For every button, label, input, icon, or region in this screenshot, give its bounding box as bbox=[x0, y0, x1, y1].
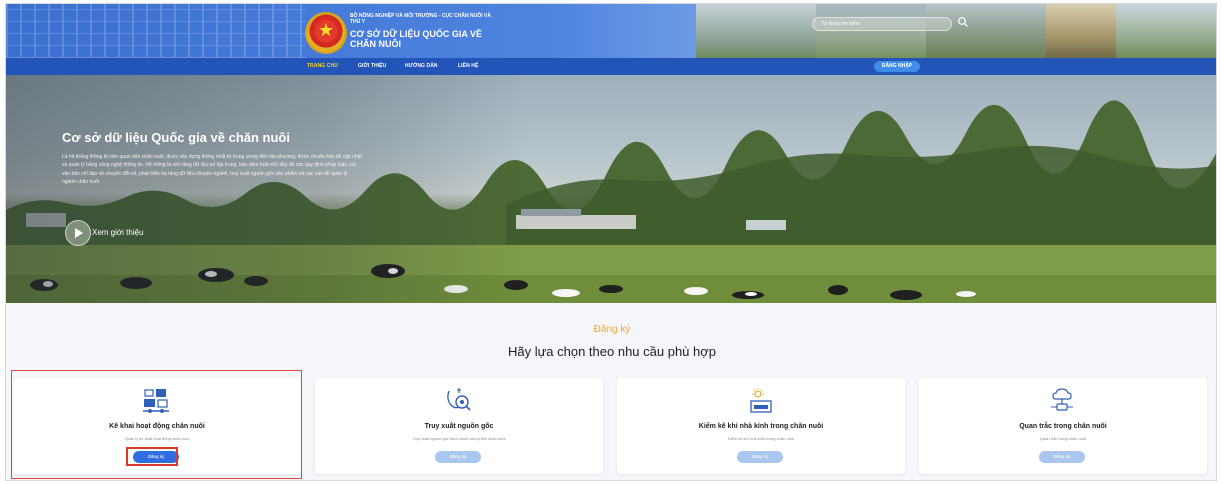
nav-item-home[interactable]: TRANG CHỦ bbox=[307, 63, 338, 69]
register-monitoring-button[interactable]: Đăng ký bbox=[1039, 451, 1085, 463]
greenhouse-gas-icon bbox=[750, 388, 772, 413]
card-title: Kiểm kê khí nhà kính trong chăn nuôi bbox=[698, 423, 824, 430]
main-nav: TRANG CHỦ GIỚI THIỆU HƯỚNG DẪN LIÊN HỆ Đ… bbox=[6, 58, 1216, 75]
monitoring-cloud-icon bbox=[1051, 388, 1073, 411]
header-decoration bbox=[6, 4, 306, 58]
search-input[interactable]: Từ khóa tìm kiếm bbox=[812, 17, 952, 31]
highlight-box-button bbox=[126, 447, 178, 466]
ministry-name: BỘ NÔNG NGHIỆP VÀ MÔI TRƯỜNG - CỤC CHĂN … bbox=[350, 13, 491, 25]
traceability-icon bbox=[447, 388, 471, 411]
emblem-star-icon: ★ bbox=[317, 20, 335, 40]
login-button[interactable]: ĐĂNG NHẬP bbox=[874, 61, 920, 72]
nav-item-guide[interactable]: HƯỚNG DẪN bbox=[405, 63, 438, 69]
card-monitoring[interactable]: Quan trắc trong chăn nuôi Quan trắc tron… bbox=[919, 378, 1207, 474]
register-section-title: Đăng ký bbox=[593, 324, 631, 335]
card-description: Kiểm kê khí nhà kính trong chăn nuôi bbox=[727, 436, 795, 441]
play-icon bbox=[75, 228, 83, 238]
card-greenhouse-gas[interactable]: Kiểm kê khí nhà kính trong chăn nuôi Kiể… bbox=[617, 378, 905, 474]
search-icon[interactable] bbox=[957, 16, 969, 28]
card-title: Truy xuất nguồn gốc bbox=[424, 423, 494, 430]
page-frame: ★ BỘ NÔNG NGHIỆP VÀ MÔI TRƯỜNG - CỤC CHĂ… bbox=[5, 3, 1217, 481]
hero-text-overlay bbox=[6, 75, 526, 303]
register-greenhouse-gas-button[interactable]: Đăng ký bbox=[737, 451, 783, 463]
hero-description: Là hệ thống thông tin liên quan đến chăn… bbox=[62, 154, 362, 186]
card-description: Truy xuất nguồn gốc theo chuỗi sản phẩm … bbox=[412, 436, 506, 441]
card-traceability[interactable]: Truy xuất nguồn gốc Truy xuất nguồn gốc … bbox=[315, 378, 603, 474]
register-section-subtitle: Hãy lựa chọn theo nhu cầu phù hợp bbox=[507, 344, 717, 359]
register-traceability-button[interactable]: Đăng ký bbox=[435, 451, 481, 463]
site-title[interactable]: CƠ SỞ DỮ LIỆU QUỐC GIA VỀ CHĂN NUÔI bbox=[350, 29, 500, 49]
nav-item-about[interactable]: GIỚI THIỆU bbox=[358, 63, 386, 69]
site-header: ★ BỘ NÔNG NGHIỆP VÀ MÔI TRƯỜNG - CỤC CHĂ… bbox=[6, 4, 1216, 58]
card-title: Quan trắc trong chăn nuôi bbox=[1019, 423, 1107, 430]
card-description: Quan trắc trong chăn nuôi bbox=[1039, 436, 1087, 441]
header-photo-strip bbox=[696, 4, 1216, 58]
hero-banner: Cơ sở dữ liệu Quốc gia về chăn nuôi Là h… bbox=[6, 75, 1216, 303]
hero-title: Cơ sở dữ liệu Quốc gia về chăn nuôi bbox=[62, 130, 290, 145]
watch-intro-link[interactable]: Xem giới thiệu bbox=[92, 228, 144, 237]
nav-item-contact[interactable]: LIÊN HỆ bbox=[458, 63, 478, 69]
